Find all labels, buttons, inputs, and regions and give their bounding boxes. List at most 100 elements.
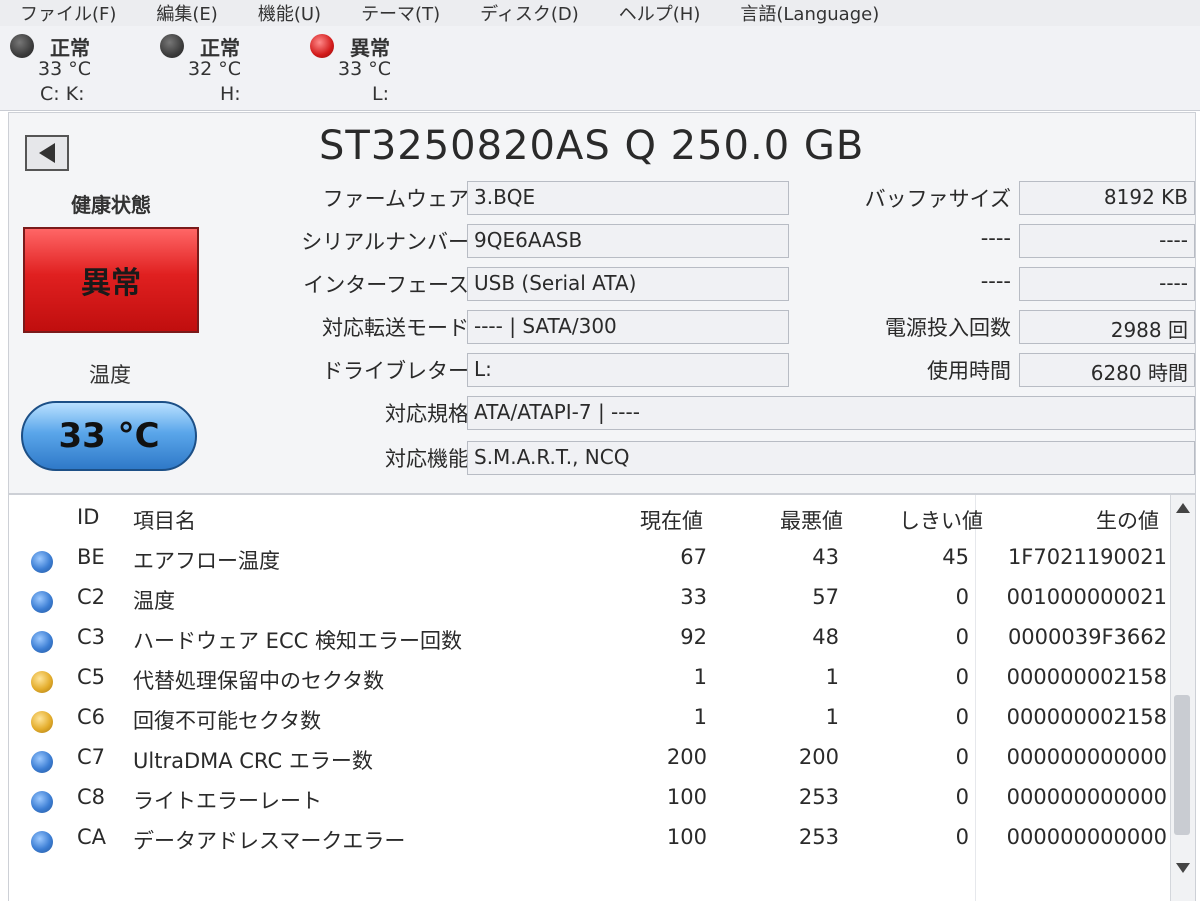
status-dot-icon <box>31 631 53 653</box>
temperature-badge[interactable]: 33 °C <box>21 401 197 471</box>
row-current: 67 <box>680 545 707 569</box>
table-row[interactable]: CA データアドレスマークエラー 100 253 0 000000000000 <box>9 819 1169 859</box>
row-current: 100 <box>666 785 707 809</box>
row-name: エアフロー温度 <box>133 549 280 573</box>
row-raw: 000000000000 <box>1006 825 1167 849</box>
column-header-raw[interactable]: 生の値 <box>969 505 1159 535</box>
table-row[interactable]: C6 回復不可能セクタ数 1 1 0 000000002158 <box>9 699 1169 739</box>
row-name: 回復不可能セクタ数 <box>133 709 322 733</box>
blank-label-2: ---- <box>980 269 1011 293</box>
menu-file[interactable]: ファイル(F) <box>0 0 134 26</box>
row-worst: 1 <box>825 705 839 729</box>
row-worst: 200 <box>798 745 839 769</box>
row-raw: 1F7021190021 <box>1007 545 1167 569</box>
power-on-count-label: 電源投入回数 <box>885 316 1011 340</box>
menu-function[interactable]: 機能(U) <box>236 0 339 26</box>
disk-status: 正常 <box>200 36 240 60</box>
disk-selector-bar: 正常 33 °C C: K: 正常 32 °C H: 異常 33 °C L: <box>0 26 1200 111</box>
row-threshold: 0 <box>955 585 969 609</box>
disk-tab-3[interactable]: 異常 33 °C L: <box>310 30 450 108</box>
disk-letters: C: K: <box>40 83 85 105</box>
status-dot-icon <box>31 791 53 813</box>
disk-tab-2[interactable]: 正常 32 °C H: <box>160 30 300 108</box>
standard-label: 対応規格 <box>385 402 469 426</box>
menu-theme[interactable]: テーマ(T) <box>339 0 458 26</box>
row-id: CA <box>77 825 107 849</box>
row-current: 92 <box>680 625 707 649</box>
status-dot-icon <box>31 551 53 573</box>
table-row[interactable]: BE エアフロー温度 67 43 45 1F7021190021 <box>9 539 1169 579</box>
row-id: C3 <box>77 625 106 649</box>
disk-status: 正常 <box>50 36 90 60</box>
status-dot-icon <box>31 711 53 733</box>
scroll-down-icon[interactable] <box>1176 863 1190 873</box>
status-dot-icon <box>160 34 184 58</box>
serial-label: シリアルナンバー <box>301 230 469 254</box>
column-header-id[interactable]: ID <box>77 505 99 529</box>
table-row[interactable]: C2 温度 33 57 0 001000000021 <box>9 579 1169 619</box>
menu-help[interactable]: ヘルプ(H) <box>597 0 719 26</box>
row-name: ライトエラーレート <box>133 789 322 813</box>
status-dot-icon <box>10 34 34 58</box>
temperature-label: 温度 <box>89 363 131 387</box>
menu-edit[interactable]: 編集(E) <box>134 0 235 26</box>
row-threshold: 0 <box>955 625 969 649</box>
row-name: 代替処理保留中のセクタ数 <box>133 669 385 693</box>
menu-disk[interactable]: ディスク(D) <box>458 0 597 26</box>
row-worst: 57 <box>812 585 839 609</box>
transfer-mode-field: ---- | SATA/300 <box>467 310 789 344</box>
table-row[interactable]: C7 UltraDMA CRC エラー数 200 200 0 000000000… <box>9 739 1169 779</box>
drive-letter-label: ドライブレター <box>322 359 469 383</box>
row-raw: 000000000000 <box>1006 745 1167 769</box>
power-on-hours-label: 使用時間 <box>927 359 1011 383</box>
buffer-size-field: 8192 KB <box>1019 181 1195 215</box>
menu-bar: ファイル(F) 編集(E) 機能(U) テーマ(T) ディスク(D) ヘルプ(H… <box>0 0 1200 27</box>
prev-disk-button[interactable] <box>25 135 69 171</box>
row-threshold: 0 <box>955 785 969 809</box>
disk-temp: 33 °C <box>38 58 91 80</box>
row-id: C5 <box>77 665 106 689</box>
status-dot-icon <box>31 671 53 693</box>
features-field: S.M.A.R.T., NCQ <box>467 441 1195 475</box>
column-header-name[interactable]: 項目名 <box>133 505 196 535</box>
arrow-left-icon <box>39 143 55 163</box>
serial-field: 9QE6AASB <box>467 224 789 258</box>
row-id: C2 <box>77 585 106 609</box>
scroll-up-icon[interactable] <box>1176 503 1190 513</box>
disk-tab-1[interactable]: 正常 33 °C C: K: <box>10 30 150 108</box>
menu-language[interactable]: 言語(Language) <box>718 0 897 26</box>
row-name: 温度 <box>133 589 175 613</box>
health-status-badge[interactable]: 異常 <box>23 227 199 333</box>
disk-info-panel: ST3250820AS Q 250.0 GB 健康状態 異常 温度 33 °C … <box>8 112 1196 494</box>
scroll-thumb[interactable] <box>1174 695 1190 835</box>
status-dot-icon <box>31 591 53 613</box>
column-header-worst[interactable]: 最悪値 <box>709 505 843 535</box>
row-raw: 000000002158 <box>1006 705 1167 729</box>
row-current: 1 <box>693 665 707 689</box>
row-id: C7 <box>77 745 106 769</box>
disk-temp: 32 °C <box>188 58 241 80</box>
transfer-mode-label: 対応転送モード <box>322 316 469 340</box>
column-header-threshold[interactable]: しきい値 <box>849 505 983 535</box>
row-worst: 1 <box>825 665 839 689</box>
column-header-current[interactable]: 現在値 <box>569 505 703 535</box>
power-on-hours-field: 6280 時間 <box>1019 353 1195 387</box>
row-id: C8 <box>77 785 106 809</box>
table-row[interactable]: C3 ハードウェア ECC 検知エラー回数 92 48 0 0000039F36… <box>9 619 1169 659</box>
row-id: BE <box>77 545 105 569</box>
table-row[interactable]: C8 ライトエラーレート 100 253 0 000000000000 <box>9 779 1169 819</box>
disk-letters: L: <box>372 83 389 105</box>
table-row[interactable]: C5 代替処理保留中のセクタ数 1 1 0 000000002158 <box>9 659 1169 699</box>
row-raw: 000000000000 <box>1006 785 1167 809</box>
interface-label: インターフェース <box>303 273 469 297</box>
table-scrollbar[interactable] <box>1170 495 1195 901</box>
row-threshold: 0 <box>955 705 969 729</box>
status-dot-icon <box>310 34 334 58</box>
health-label: 健康状態 <box>71 193 151 217</box>
drive-letter-field: L: <box>467 353 789 387</box>
table-header: ID 項目名 現在値 最悪値 しきい値 生の値 <box>9 499 1169 539</box>
row-threshold: 0 <box>955 745 969 769</box>
row-threshold: 0 <box>955 825 969 849</box>
row-worst: 253 <box>798 785 839 809</box>
disk-model-title: ST3250820AS Q 250.0 GB <box>319 123 865 169</box>
